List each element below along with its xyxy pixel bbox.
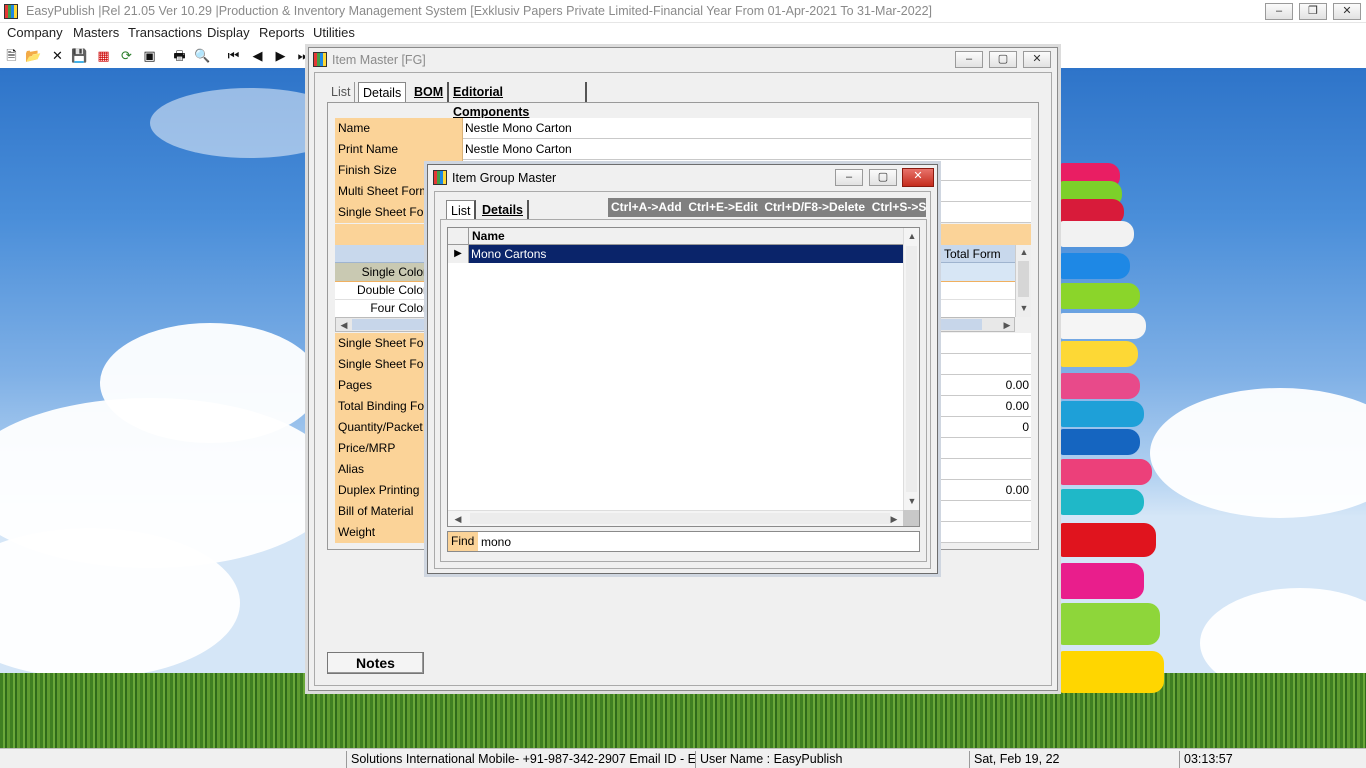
- status-date: Sat, Feb 19, 22: [969, 751, 1179, 768]
- scroll-right-arrow-icon[interactable]: ▶: [889, 514, 899, 524]
- item-group-master-window: Item Group Master – ▢ ✕ List Details Ctr…: [427, 164, 938, 574]
- first-record-icon[interactable]: ⏮: [225, 47, 242, 64]
- previous-record-icon[interactable]: ◀: [249, 47, 266, 64]
- total-form-header: Total Form: [944, 247, 1001, 261]
- item-group-close-button[interactable]: ✕: [902, 168, 934, 187]
- field-label-name: Name: [335, 118, 463, 139]
- scroll-track[interactable]: [470, 513, 890, 524]
- find-label: Find: [448, 532, 478, 551]
- item-group-minimize-button[interactable]: –: [835, 169, 863, 186]
- item-group-tabs: List Details: [446, 200, 556, 220]
- app-minimize-button[interactable]: –: [1265, 3, 1293, 20]
- delete-icon[interactable]: ▦: [95, 47, 112, 64]
- tab-editorial-components[interactable]: Editorial Components: [449, 82, 587, 119]
- tab-bom[interactable]: BOM: [410, 82, 450, 102]
- menu-masters[interactable]: Masters: [73, 25, 119, 40]
- field-row: Name Nestle Mono Carton: [335, 118, 1031, 139]
- item-master-title: Item Master [FG]: [332, 53, 426, 67]
- shortcut-keys-bar: Ctrl+A->Add Ctrl+E->Edit Ctrl+D/F8->Dele…: [608, 198, 926, 217]
- table-row[interactable]: ▶ Mono Cartons: [448, 245, 903, 263]
- scroll-left-arrow-icon[interactable]: ◀: [453, 514, 463, 524]
- grid-header: Name: [448, 228, 903, 245]
- item-group-grid: Name ▶ Mono Cartons ▲ ▼ ◀ ▶: [447, 227, 920, 527]
- scroll-corner: [903, 510, 919, 526]
- window-app-icon: [313, 52, 327, 67]
- save-disk-icon[interactable]: 💾: [71, 47, 88, 64]
- field-label-print-name: Print Name: [335, 139, 463, 160]
- app-restore-button[interactable]: ❐: [1299, 3, 1327, 20]
- field-row: Print Name Nestle Mono Carton: [335, 139, 1031, 160]
- menu-bar: Company Masters Transactions Display Rep…: [0, 23, 1366, 43]
- close-x-icon[interactable]: ✕: [49, 47, 66, 64]
- notes-button[interactable]: Notes: [327, 652, 424, 674]
- cloud: [100, 323, 320, 443]
- next-record-icon[interactable]: ▶: [272, 47, 289, 64]
- item-group-restore-button[interactable]: ▢: [869, 169, 897, 186]
- scroll-down-arrow-icon[interactable]: ▼: [907, 496, 917, 506]
- item-master-minimize-button[interactable]: –: [955, 51, 983, 68]
- book-stack-image: [1056, 163, 1196, 743]
- menu-transactions[interactable]: Transactions: [128, 25, 202, 40]
- grid-vertical-scrollbar[interactable]: ▲ ▼: [1015, 245, 1031, 317]
- new-file-icon[interactable]: 🗎: [3, 47, 20, 64]
- column-header-name[interactable]: Name: [472, 229, 505, 243]
- tab-details[interactable]: Details: [478, 200, 529, 220]
- menu-reports[interactable]: Reports: [259, 25, 305, 40]
- item-group-master-title-bar: Item Group Master – ▢ ✕: [428, 165, 937, 191]
- item-master-close-button[interactable]: ✕: [1023, 51, 1051, 68]
- scroll-thumb[interactable]: [1018, 261, 1029, 297]
- find-bar: Find mono: [447, 531, 920, 552]
- item-group-master-title: Item Group Master: [452, 171, 557, 185]
- status-bar: Solutions International Mobile- +91-987-…: [0, 748, 1366, 768]
- current-row-arrow-icon: ▶: [448, 245, 469, 263]
- grid-horizontal-scrollbar[interactable]: ◀ ▶: [448, 510, 903, 526]
- app-close-button[interactable]: ✕: [1333, 3, 1361, 20]
- refresh-icon[interactable]: ⟳: [118, 47, 135, 64]
- tab-list[interactable]: List: [446, 200, 477, 220]
- print-icon[interactable]: 🖶: [171, 47, 188, 64]
- item-master-tabs: List Details BOM Editorial Components: [327, 82, 587, 119]
- scroll-down-arrow-icon[interactable]: ▼: [1019, 303, 1029, 313]
- status-time: 03:13:57: [1179, 751, 1366, 768]
- app-title: EasyPublish |Rel 21.05 Ver 10.29 |Produc…: [26, 4, 933, 18]
- row-single-color: Single Color: [335, 263, 429, 281]
- print-preview-icon[interactable]: 🔍: [194, 47, 211, 64]
- calculator-icon[interactable]: ▣: [141, 47, 158, 64]
- menu-company[interactable]: Company: [7, 25, 63, 40]
- row-indicator-header: [448, 228, 469, 245]
- item-master-restore-button[interactable]: ▢: [989, 51, 1017, 68]
- find-input[interactable]: mono: [481, 532, 917, 551]
- row-name-mono-cartons[interactable]: Mono Cartons: [469, 245, 903, 263]
- menu-utilities[interactable]: Utilities: [313, 25, 355, 40]
- status-company-info: Solutions International Mobile- +91-987-…: [346, 751, 695, 768]
- tab-list[interactable]: List: [327, 82, 356, 102]
- scroll-up-arrow-icon[interactable]: ▲: [907, 231, 917, 241]
- scroll-left-arrow-icon[interactable]: ◀: [339, 320, 349, 330]
- grid-vertical-scrollbar[interactable]: ▲ ▼: [903, 228, 919, 510]
- scroll-right-arrow-icon[interactable]: ▶: [1002, 320, 1012, 330]
- name-input[interactable]: Nestle Mono Carton: [463, 118, 1031, 139]
- window-app-icon: [433, 170, 447, 185]
- item-master-title-bar: Item Master [FG] – ▢ ✕: [309, 48, 1057, 72]
- easypublish-app-icon: [4, 4, 18, 19]
- menu-display[interactable]: Display: [207, 25, 250, 40]
- app-title-bar: EasyPublish |Rel 21.05 Ver 10.29 |Produc…: [0, 0, 1366, 23]
- tab-details[interactable]: Details: [358, 82, 407, 102]
- row-four-color: Four Color: [370, 301, 427, 315]
- row-double-color: Double Color: [356, 283, 427, 297]
- scroll-track[interactable]: [906, 246, 917, 492]
- print-name-input[interactable]: Nestle Mono Carton: [463, 139, 1031, 160]
- open-folder-icon[interactable]: 📂: [25, 47, 42, 64]
- scroll-up-arrow-icon[interactable]: ▲: [1019, 247, 1029, 257]
- status-user-name: User Name : EasyPublish: [695, 751, 969, 768]
